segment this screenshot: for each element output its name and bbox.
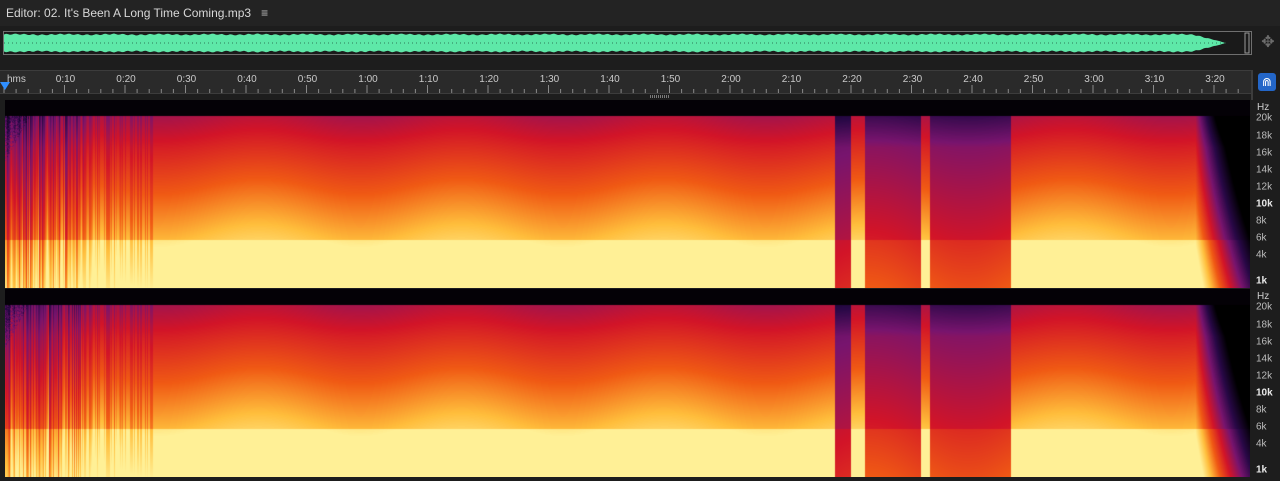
- hz-unit-label: Hz: [1257, 102, 1270, 113]
- time-label: 3:20: [1205, 74, 1225, 85]
- hz-tick-label: 10k: [1256, 387, 1273, 399]
- editor-titlebar: Editor: 02. It's Been A Long Time Coming…: [0, 0, 1280, 26]
- hz-tick-label: 4k: [1256, 249, 1267, 261]
- spectrogram-canvas-right: [5, 289, 1250, 477]
- hz-tick-label: 20k: [1256, 301, 1273, 313]
- hz-tick-label: 14k: [1256, 164, 1273, 176]
- frequency-scale-right: Hz 20k 18k 16k 14k 12k 10k 8k 6k 4k 1k: [1251, 289, 1280, 477]
- hz-tick-label: 8k: [1256, 404, 1267, 416]
- time-label: 0:50: [297, 74, 318, 85]
- time-label: 0:30: [176, 74, 197, 85]
- time-label: 2:00: [721, 74, 741, 85]
- hz-tick-label: 12k: [1256, 181, 1273, 193]
- time-label: 0:20: [116, 74, 136, 85]
- overview-waveform[interactable]: [3, 31, 1252, 55]
- time-label: 1:20: [479, 74, 499, 85]
- spectrogram-canvas-left: [5, 100, 1250, 288]
- time-label: 0:10: [55, 74, 76, 85]
- time-label: 2:10: [781, 74, 802, 85]
- hz-tick-label: 4k: [1256, 438, 1267, 450]
- hz-tick-label: 12k: [1256, 370, 1273, 382]
- overview-view-bracket: [1244, 32, 1250, 54]
- time-label: 1:00: [358, 74, 378, 85]
- time-label: 1:40: [600, 74, 620, 85]
- time-label: 2:20: [842, 74, 862, 85]
- hz-tick-label: 6k: [1256, 232, 1267, 244]
- overview-waveform-shape: [4, 33, 1226, 53]
- time-ruler[interactable]: hms 0:10 0:20 0:30 0:40 0:50 1:00 1:10 1:20 1:30…: [0, 70, 1251, 94]
- hz-tick-label: 1k: [1256, 464, 1268, 476]
- zoom-navigator-icon[interactable]: ✥: [1258, 33, 1278, 53]
- channel-divider-grip[interactable]: [650, 95, 670, 98]
- hz-tick-label: 16k: [1256, 336, 1273, 348]
- hz-tick-label: 1k: [1256, 275, 1268, 287]
- magnet-snap-icon[interactable]: ⋒: [1258, 73, 1276, 91]
- frequency-scale-left: Hz 20k 18k 16k 14k 12k 10k 8k 6k 4k 1k: [1251, 100, 1280, 288]
- time-label: 1:30: [539, 74, 560, 85]
- hz-tick-label: 6k: [1256, 421, 1267, 433]
- hz-tick-label: 10k: [1256, 198, 1273, 210]
- playhead-marker[interactable]: [0, 82, 10, 90]
- editor-title: Editor: 02. It's Been A Long Time Coming…: [6, 6, 252, 20]
- time-label: 2:40: [963, 74, 983, 85]
- time-label: 2:30: [902, 74, 923, 85]
- spectrogram-channel-left[interactable]: [5, 100, 1250, 288]
- hz-tick-label: 20k: [1256, 112, 1273, 124]
- hz-tick-label: 18k: [1256, 319, 1273, 331]
- time-label: 3:00: [1084, 74, 1104, 85]
- hz-tick-label: 14k: [1256, 353, 1273, 365]
- hz-tick-label: 8k: [1256, 215, 1267, 227]
- ruler-edge: [1251, 70, 1253, 100]
- time-label: 3:10: [1144, 74, 1165, 85]
- time-label: 2:50: [1023, 74, 1044, 85]
- hz-unit-label: Hz: [1257, 291, 1270, 302]
- hamburger-menu-icon[interactable]: ≡: [261, 6, 268, 20]
- spectrogram-channel-right[interactable]: [5, 289, 1250, 477]
- time-label: 0:40: [237, 74, 257, 85]
- time-label: 1:50: [660, 74, 681, 85]
- time-label: 1:10: [418, 74, 439, 85]
- hz-tick-label: 16k: [1256, 147, 1273, 159]
- overview-waveform-graphic: [4, 32, 1250, 54]
- hz-tick-label: 18k: [1256, 130, 1273, 142]
